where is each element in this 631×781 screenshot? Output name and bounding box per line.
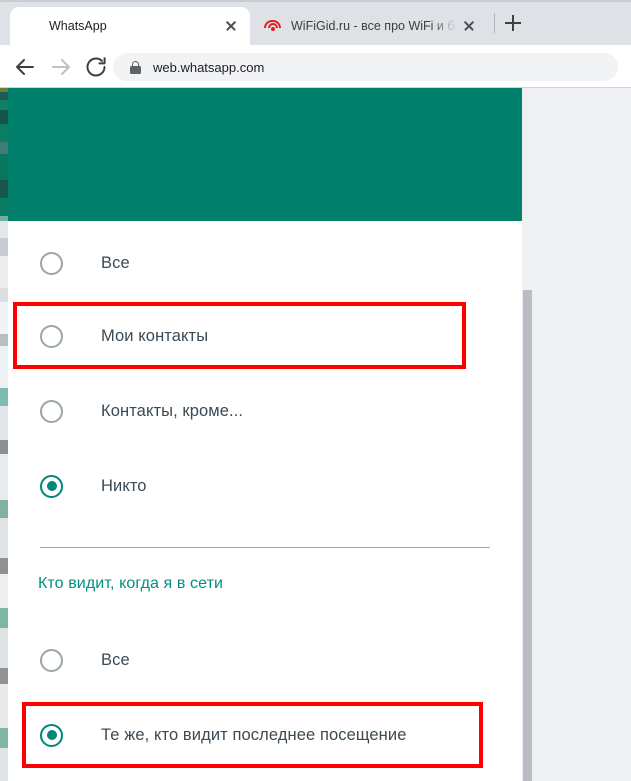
radio-option-label: Те же, кто видит последнее посещение (101, 725, 407, 744)
browser-tab-strip: WhatsApp WiFiGid.ru - все про WiFi и бес… (0, 0, 631, 45)
radio-indicator[interactable] (40, 648, 63, 672)
radio-option-moi-kontakty[interactable]: Мои контакты (0, 308, 533, 364)
radio-option-vse-lastseen[interactable]: Все (0, 235, 533, 291)
screenshot-root: WhatsApp WiFiGid.ru - все про WiFi и бес… (0, 0, 631, 781)
address-bar[interactable]: web.whatsapp.com (113, 53, 618, 81)
radio-indicator[interactable] (40, 324, 63, 348)
whatsapp-icon (22, 18, 39, 35)
wifi-icon (264, 18, 281, 35)
browser-tab-title: WiFiGid.ru - все про WiFi и бесп (291, 19, 458, 33)
browser-tab-wifigid[interactable]: WiFiGid.ru - все про WiFi и бесп (252, 7, 488, 45)
tab-strip-top-border (0, 0, 631, 2)
page-scrollbar-thumb[interactable] (523, 290, 532, 781)
new-tab-button[interactable] (500, 10, 526, 36)
radio-option-label: Мои контакты (101, 326, 209, 345)
whatsapp-settings-panel: Время последнего посещения и статус "в с… (0, 88, 533, 781)
radio-option-kontakty-krome[interactable]: Контакты, кроме... (0, 383, 533, 439)
radio-indicator[interactable] (40, 251, 63, 275)
radio-option-nikto[interactable]: Никто (0, 458, 533, 514)
reload-icon[interactable] (84, 55, 108, 79)
address-bar-url: web.whatsapp.com (153, 59, 265, 75)
settings-header (0, 88, 533, 221)
section-heading-online-status: Кто видит, когда я в сети (38, 575, 224, 592)
tab-separator (494, 13, 495, 33)
radio-indicator[interactable] (40, 399, 63, 423)
radio-option-vse-online[interactable]: Все (0, 632, 533, 688)
radio-indicator-selected[interactable] (40, 474, 63, 498)
browser-tab-title: WhatsApp (49, 19, 107, 33)
radio-option-te-zhe-kto-vidit[interactable]: Те же, кто видит последнее посещение (0, 707, 533, 763)
browser-tab-whatsapp[interactable]: WhatsApp (10, 7, 250, 45)
section-divider (40, 547, 490, 548)
radio-option-label: Все (101, 253, 130, 272)
back-arrow-icon[interactable] (13, 55, 37, 79)
page-viewport: Время последнего посещения и статус "в с… (0, 88, 631, 781)
lock-icon (130, 60, 141, 74)
radio-option-label: Контакты, кроме... (101, 401, 244, 420)
radio-option-label: Никто (101, 476, 147, 495)
forward-arrow-icon (49, 55, 73, 79)
close-icon[interactable] (458, 15, 480, 37)
radio-indicator-selected[interactable] (40, 723, 63, 747)
close-icon[interactable] (220, 15, 242, 37)
browser-toolbar: web.whatsapp.com (0, 45, 631, 88)
radio-option-label: Все (101, 650, 130, 669)
